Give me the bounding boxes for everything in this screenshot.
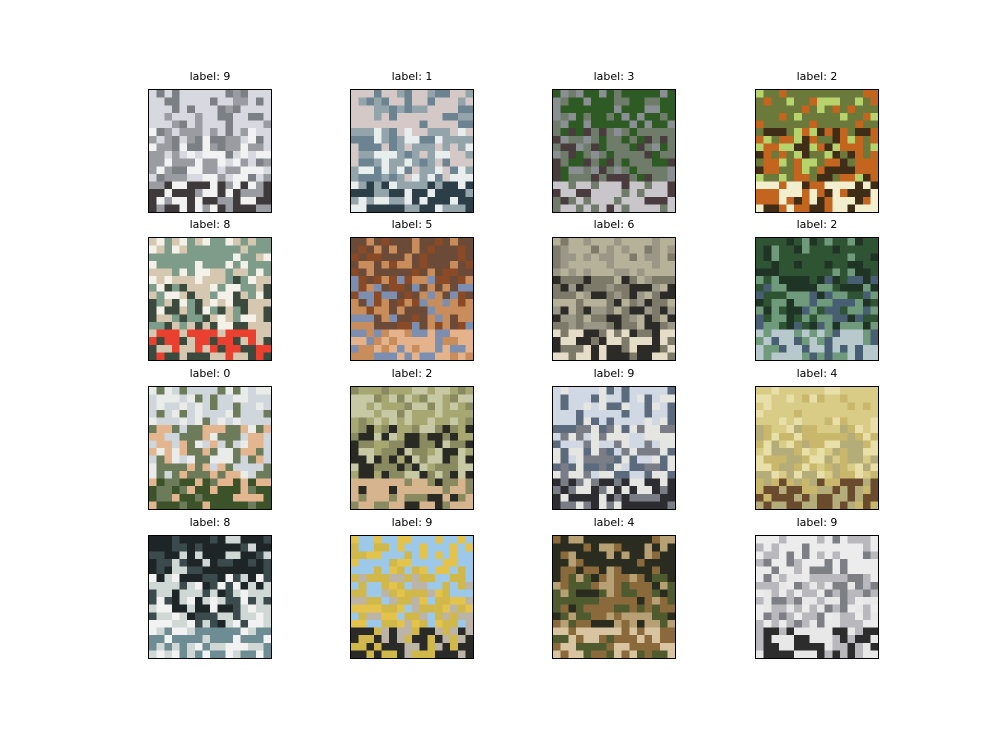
panel-title: label: 6 — [593, 218, 635, 231]
panel-title: label: 8 — [189, 218, 231, 231]
airplane-image — [148, 386, 272, 510]
deer-image — [552, 535, 676, 659]
panel-title: label: 4 — [593, 516, 635, 529]
panel-title: label: 9 — [391, 516, 433, 529]
truck-image — [148, 89, 272, 213]
panel-title: label: 0 — [189, 367, 231, 380]
panel-title: label: 9 — [796, 516, 838, 529]
cat-image — [552, 89, 676, 213]
ship-image — [148, 237, 272, 361]
panel-title: label: 2 — [796, 218, 838, 231]
panel-title: label: 1 — [391, 70, 433, 83]
bird-image — [350, 386, 474, 510]
panel-title: label: 4 — [796, 367, 838, 380]
image-grid-figure: label: 9 label: 1 label: 3 label: 2 label: 8… — [0, 0, 1000, 740]
ship-image — [148, 535, 272, 659]
panel-title: label: 2 — [391, 367, 433, 380]
panel-title: label: 3 — [593, 70, 635, 83]
car-image — [350, 89, 474, 213]
panel-title: label: 5 — [391, 218, 433, 231]
panel-title: label: 9 — [189, 70, 231, 83]
panel-title: label: 9 — [593, 367, 635, 380]
frog-image — [552, 237, 676, 361]
panel-title: label: 8 — [189, 516, 231, 529]
deer-image — [755, 386, 879, 510]
dog-image — [350, 237, 474, 361]
truck-image — [755, 535, 879, 659]
truck-image — [552, 386, 676, 510]
bird-image — [755, 89, 879, 213]
bird-image — [755, 237, 879, 361]
panel-title: label: 2 — [796, 70, 838, 83]
truck-image — [350, 535, 474, 659]
